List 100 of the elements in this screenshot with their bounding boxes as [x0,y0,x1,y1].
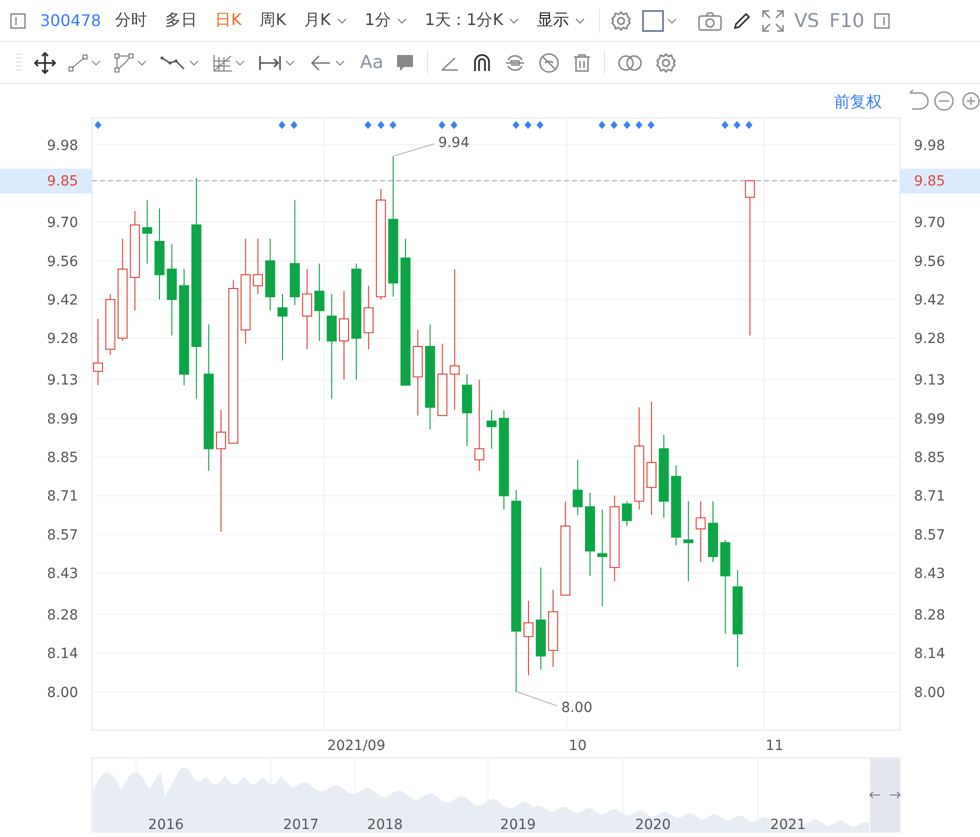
event-marker-icon[interactable] [378,121,384,129]
grid-tool-icon[interactable] [212,52,246,72]
price-axis-label: 9.98 [47,138,78,154]
event-marker-icon[interactable] [290,121,298,129]
adjust-mode-link[interactable]: 前复权 [834,92,882,111]
leader-line [516,691,558,706]
zoom-in-icon[interactable] [962,92,980,110]
event-marker-icon[interactable] [624,121,630,129]
caret-icon [509,18,520,24]
event-marker-icon[interactable] [722,121,728,129]
left-arrow-icon[interactable] [869,792,880,798]
zoom-out-icon[interactable] [934,91,954,111]
period-tab[interactable]: 分时 [111,8,152,33]
price-axis-label: 8.28 [914,608,946,624]
candle [278,294,288,361]
undo-icon[interactable] [909,89,929,110]
overlap-circles-icon[interactable] [617,54,644,72]
camera-icon[interactable] [698,10,722,30]
event-marker-icon[interactable] [278,121,286,129]
period-tab[interactable]: 1分 [360,8,411,33]
polygon-tool-icon[interactable] [114,52,148,72]
price-axis-label: 8.99 [914,411,946,428]
price-axis-label: 9.70 [47,215,78,232]
price-axis-label: 8.28 [47,608,78,624]
right-arrow-icon[interactable] [890,792,901,798]
magnet-icon[interactable] [472,52,492,72]
hide-icon[interactable] [538,52,560,74]
caret-icon [575,18,586,24]
panel-toggle-icon[interactable] [874,12,890,28]
price-axis-label: 8.99 [47,411,78,428]
price-axis-label: 9.56 [914,254,946,270]
trash-icon[interactable] [572,52,592,72]
price-axis-label: 8.14 [47,646,78,662]
price-axis-label: 9.13 [914,372,946,389]
event-marker-icon[interactable] [524,121,532,129]
event-marker-icon[interactable] [94,121,102,129]
move-icon[interactable] [34,52,56,74]
current-price-label: 9.85 [914,174,946,190]
panel-toggle-icon[interactable] [10,12,26,28]
current-price-label: 9.85 [47,174,78,190]
candle [486,410,497,450]
event-marker-icon[interactable] [536,121,544,129]
price-axis-label: 9.42 [47,292,78,309]
leader-line [394,143,435,156]
event-marker-icon[interactable] [512,121,520,129]
price-axis-label: 9.56 [47,254,78,270]
year-label: 2019 [500,817,536,833]
price-axis-label: 8.57 [47,527,78,544]
event-marker-icon[interactable] [636,121,642,129]
candle [252,238,263,294]
event-marker-icon[interactable] [598,121,606,129]
settings-icon[interactable] [610,10,632,32]
price-axis-label: 8.14 [914,646,946,662]
price-axis-label: 8.00 [914,684,946,701]
date-axis-label: 10 [568,738,587,754]
event-marker-icon[interactable] [610,121,618,129]
candle [105,294,116,356]
square-dropdown-icon[interactable] [642,10,678,32]
line-tool-icon[interactable] [68,52,102,72]
period-tab[interactable]: 月K [300,8,351,33]
comment-icon[interactable] [395,52,416,72]
price-axis-label: 8.43 [914,566,946,582]
price-axis-label: 8.00 [47,684,78,701]
stock-code[interactable]: 300478 [40,11,102,30]
high-price-label: 9.94 [438,134,470,151]
settings-icon[interactable] [655,52,678,74]
candle [93,318,103,386]
year-label: 2017 [283,817,319,833]
display-dropdown[interactable]: 显示 [533,8,590,33]
year-label: 2021 [770,817,806,833]
event-marker-icon[interactable] [746,121,752,129]
price-axis-label: 9.28 [47,331,78,348]
price-axis-label: 9.98 [914,138,946,154]
candle [696,500,706,562]
candle [142,200,152,264]
pencil-icon[interactable] [732,10,752,30]
price-axis-label: 8.57 [914,527,946,544]
event-marker-icon[interactable] [450,121,458,129]
event-marker-icon[interactable] [648,121,654,129]
price-axis-label: 8.43 [47,566,78,582]
candle [364,285,374,350]
year-label: 2018 [367,817,403,833]
candle [708,500,718,562]
event-marker-icon[interactable] [390,121,396,129]
period-tab[interactable]: 多日 [161,8,202,33]
date-axis-label: 11 [766,738,784,754]
low-price-label: 8.00 [561,700,592,716]
date-axis-label: 2021/09 [327,738,386,754]
year-label: 2020 [635,817,671,833]
fullscreen-icon[interactable] [762,10,784,32]
event-marker-icon[interactable] [734,121,740,129]
price-axis-label: 8.85 [914,450,946,466]
price-axis-label: 9.28 [914,331,946,348]
year-label: 2016 [148,817,184,833]
price-axis-label: 9.42 [914,292,946,309]
event-marker-icon[interactable] [438,121,446,129]
price-axis-label: 8.85 [47,450,78,466]
period-tab[interactable]: 周K [256,8,290,33]
event-marker-icon[interactable] [364,121,372,129]
range-dropdown[interactable]: 1天 : 1分K [420,8,524,33]
